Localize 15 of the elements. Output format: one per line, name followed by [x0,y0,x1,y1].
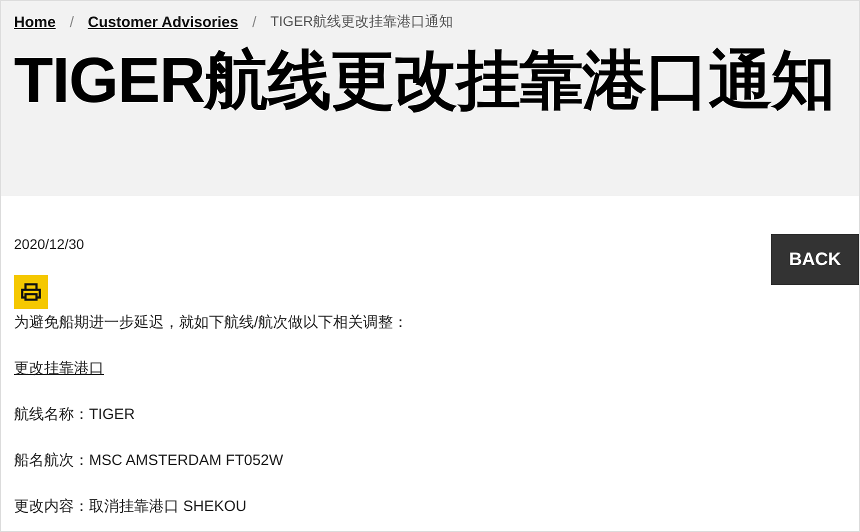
publish-date: 2020/12/30 [14,236,84,252]
breadcrumb-link[interactable]: Home [14,14,56,30]
printer-icon [20,281,42,303]
section-link[interactable]: 更改挂靠港口 [14,359,859,378]
breadcrumb-link[interactable]: Customer Advisories [88,14,238,30]
paragraph: 船名航次：MSC AMSTERDAM FT052W [14,451,284,470]
print-button[interactable] [14,275,48,309]
back-button[interactable]: BACK [771,234,859,285]
paragraph: 更改内容：取消挂靠港口 SHEKOU [14,497,248,516]
breadcrumb-separator: / [252,14,256,30]
page-title: TIGER航线更改挂靠港口通知 [14,43,836,118]
paragraph: 航线名称：TIGER [14,405,136,424]
breadcrumb-separator: / [70,14,74,30]
paragraph: 为避免船期进一步延迟，就如下航线/航次做以下相关调整： [14,313,410,332]
breadcrumb-current: TIGER航线更改挂靠港口通知 [270,13,454,31]
